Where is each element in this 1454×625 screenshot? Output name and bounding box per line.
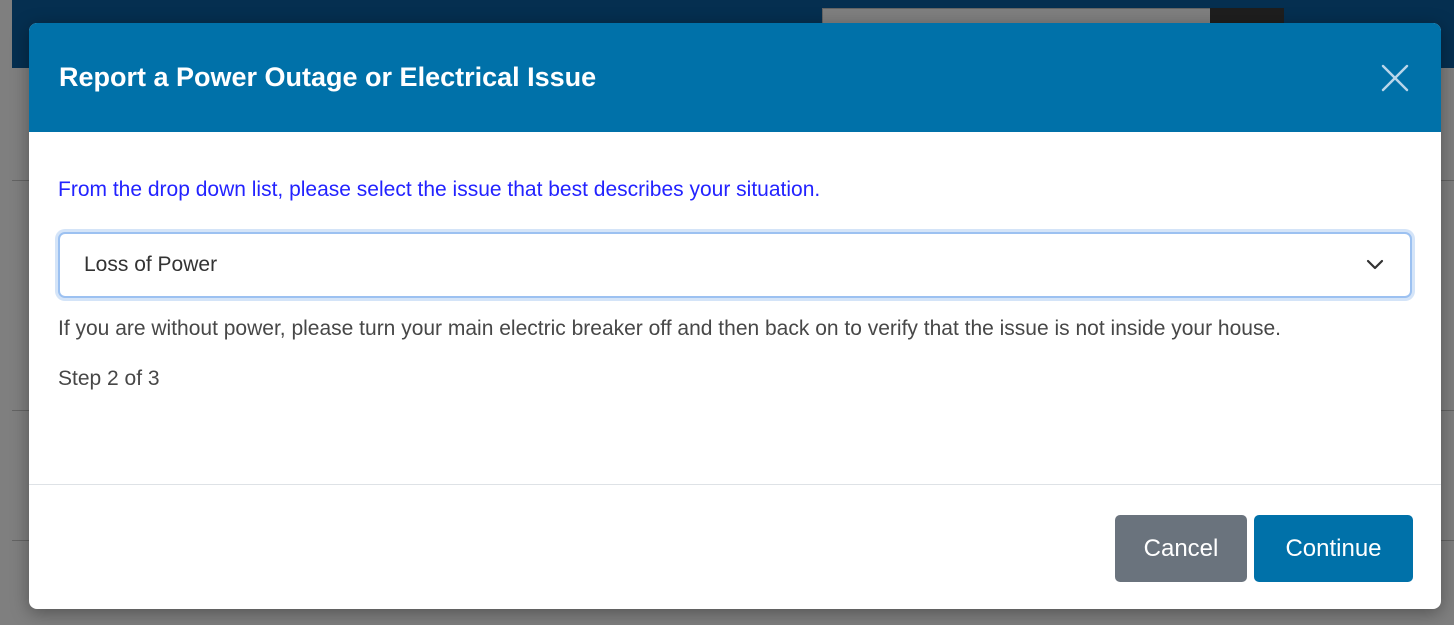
cancel-button[interactable]: Cancel	[1115, 515, 1247, 582]
modal-footer: Cancel Continue	[29, 484, 1441, 609]
modal-body: From the drop down list, please select t…	[29, 132, 1441, 391]
modal-header: Report a Power Outage or Electrical Issu…	[29, 23, 1441, 132]
help-text: If you are without power, please turn yo…	[58, 317, 1281, 340]
close-icon	[1381, 64, 1409, 91]
continue-button[interactable]: Continue	[1254, 515, 1413, 582]
chevron-down-icon	[1366, 259, 1384, 270]
modal-title: Report a Power Outage or Electrical Issu…	[59, 62, 597, 92]
issue-select-value: Loss of Power	[84, 253, 218, 276]
close-button[interactable]	[1375, 58, 1415, 98]
instruction-text: From the drop down list, please select t…	[58, 178, 821, 201]
step-indicator: Step 2 of 3	[58, 367, 160, 390]
report-issue-modal: Report a Power Outage or Electrical Issu…	[29, 23, 1441, 609]
issue-select[interactable]: Loss of Power	[58, 232, 1412, 298]
